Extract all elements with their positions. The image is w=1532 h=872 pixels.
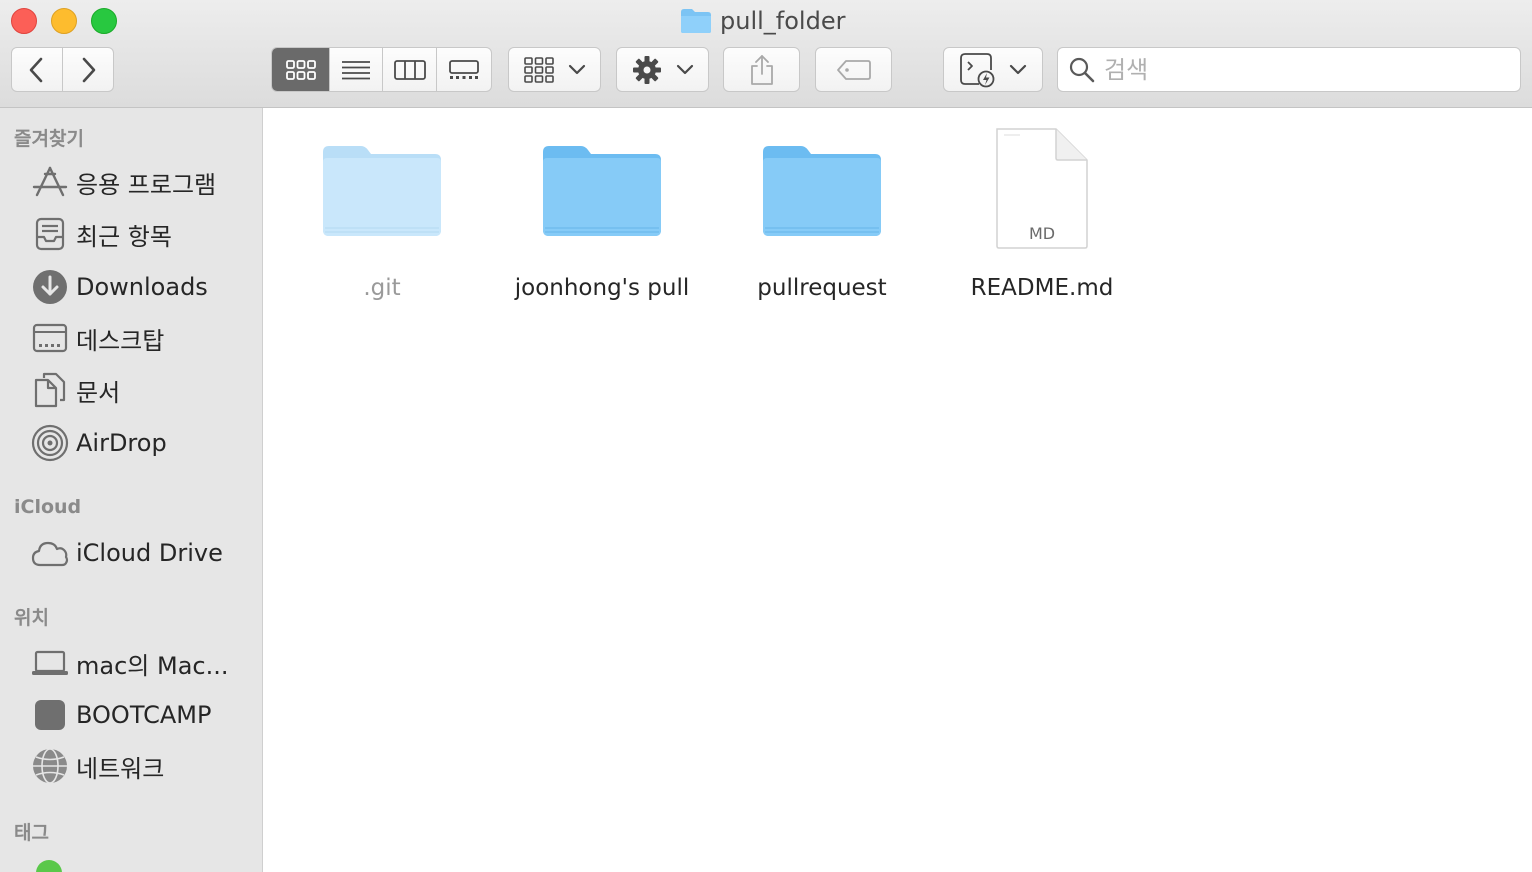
airdrop-icon bbox=[30, 423, 70, 463]
folder-icon bbox=[757, 123, 887, 253]
chevron-down-icon bbox=[1009, 64, 1027, 74]
window-title-text: pull_folder bbox=[720, 7, 846, 35]
back-button[interactable] bbox=[12, 48, 63, 91]
chevron-down-icon bbox=[568, 64, 585, 74]
gear-icon bbox=[632, 55, 661, 84]
tags-header: 태그 bbox=[14, 822, 49, 844]
sidebar-item-network[interactable]: 네트워크 bbox=[30, 746, 258, 786]
applications-icon bbox=[30, 162, 70, 202]
sidebar-item-label: 네트워크 bbox=[76, 754, 165, 783]
sidebar-item-recents[interactable]: 최근 항목 bbox=[30, 214, 258, 254]
history-nav bbox=[11, 47, 114, 92]
network-icon bbox=[30, 746, 70, 786]
markdown-document-icon: MD bbox=[977, 123, 1107, 253]
chevron-down-icon bbox=[676, 64, 693, 74]
sidebar: 즐겨찾기 응용 프로그램 최근 항목 Downloads 데스크탑 문서 Air… bbox=[0, 108, 263, 872]
disk-icon bbox=[30, 695, 70, 735]
file-item-joonhongs-pull[interactable]: joonhong's pull bbox=[497, 123, 707, 301]
folder-icon bbox=[317, 123, 447, 253]
sidebar-item-mac[interactable]: mac의 Mac... bbox=[30, 643, 258, 683]
file-name: joonhong's pull bbox=[514, 275, 690, 301]
folder-title-icon bbox=[681, 9, 711, 33]
view-mode-control bbox=[271, 47, 492, 92]
sidebar-item-label: 응용 프로그램 bbox=[76, 170, 217, 199]
sidebar-item-label: mac의 Mac... bbox=[76, 651, 229, 680]
close-window-button[interactable] bbox=[11, 8, 37, 34]
sidebar-item-label: AirDrop bbox=[76, 429, 167, 457]
file-item-git[interactable]: .git bbox=[277, 123, 487, 301]
gallery-icon bbox=[448, 59, 479, 79]
search-icon bbox=[1069, 57, 1095, 82]
action-menu-button[interactable] bbox=[616, 47, 709, 92]
share-button[interactable] bbox=[723, 47, 800, 92]
forward-button[interactable] bbox=[63, 48, 113, 91]
share-icon bbox=[750, 54, 773, 85]
toolbar: pull_folder bbox=[0, 0, 1532, 108]
file-item-pullrequest[interactable]: pullrequest bbox=[717, 123, 927, 301]
columns-icon bbox=[393, 59, 426, 80]
documents-icon bbox=[30, 370, 70, 410]
tag-green-dot[interactable] bbox=[36, 860, 62, 872]
view-icon-button[interactable] bbox=[272, 48, 331, 91]
zoom-window-button[interactable] bbox=[91, 8, 117, 34]
laptop-icon bbox=[30, 643, 70, 683]
search-field[interactable] bbox=[1057, 47, 1521, 92]
finder-window: pull_folder 검색 즐겨찾기 응용 프로그램 최근 항목 Downlo… bbox=[0, 0, 1532, 872]
file-type-badge: MD bbox=[1028, 224, 1056, 243]
icloud-header: iCloud bbox=[14, 496, 82, 518]
group-by-button[interactable] bbox=[508, 47, 601, 92]
quick-action-icon bbox=[960, 52, 995, 87]
desktop-icon bbox=[30, 318, 70, 358]
locations-header: 위치 bbox=[14, 607, 49, 629]
search-input[interactable] bbox=[1102, 54, 1506, 85]
minimize-window-button[interactable] bbox=[51, 8, 77, 34]
view-list-button[interactable] bbox=[330, 48, 384, 91]
file-name: README.md bbox=[970, 275, 1114, 301]
file-name: pullrequest bbox=[757, 275, 887, 301]
sidebar-item-documents[interactable]: 문서 bbox=[30, 370, 258, 410]
sidebar-item-label: 데스크탑 bbox=[76, 326, 165, 355]
group-grid-icon bbox=[523, 56, 554, 83]
sidebar-item-label: 문서 bbox=[76, 378, 121, 407]
sidebar-item-airdrop[interactable]: AirDrop bbox=[30, 423, 258, 463]
tag-icon bbox=[836, 59, 871, 80]
quick-actions-button[interactable] bbox=[943, 47, 1043, 92]
folder-icon bbox=[537, 123, 667, 253]
list-icon bbox=[342, 60, 371, 79]
sidebar-item-bootcamp[interactable]: BOOTCAMP bbox=[30, 695, 258, 735]
sidebar-item-icloud-drive[interactable]: iCloud Drive bbox=[30, 533, 258, 573]
sidebar-item-label: Downloads bbox=[76, 273, 208, 301]
recents-icon bbox=[30, 214, 70, 254]
cloud-icon bbox=[30, 533, 70, 573]
sidebar-item-desktop[interactable]: 데스크탑 bbox=[30, 318, 258, 358]
sidebar-item-label: 최근 항목 bbox=[76, 222, 172, 251]
tag-button[interactable] bbox=[815, 47, 892, 92]
icon-grid-icon bbox=[285, 59, 316, 80]
sidebar-item-applications[interactable]: 응용 프로그램 bbox=[30, 162, 258, 202]
sidebar-item-label: iCloud Drive bbox=[76, 539, 223, 567]
sidebar-item-downloads[interactable]: Downloads bbox=[30, 267, 258, 307]
view-column-button[interactable] bbox=[383, 48, 437, 91]
file-name: .git bbox=[363, 275, 401, 301]
sidebar-item-label: BOOTCAMP bbox=[76, 701, 212, 729]
chevron-left-icon bbox=[29, 57, 43, 82]
window-title: pull_folder bbox=[680, 5, 845, 37]
file-browser: .git joonhong's pull pullrequest MD READ… bbox=[263, 108, 1532, 872]
file-item-readme[interactable]: MD README.md bbox=[937, 123, 1147, 301]
chevron-right-icon bbox=[82, 57, 96, 82]
downloads-icon bbox=[30, 267, 70, 307]
favorites-header: 즐겨찾기 bbox=[14, 128, 84, 150]
view-gallery-button[interactable] bbox=[437, 48, 491, 91]
